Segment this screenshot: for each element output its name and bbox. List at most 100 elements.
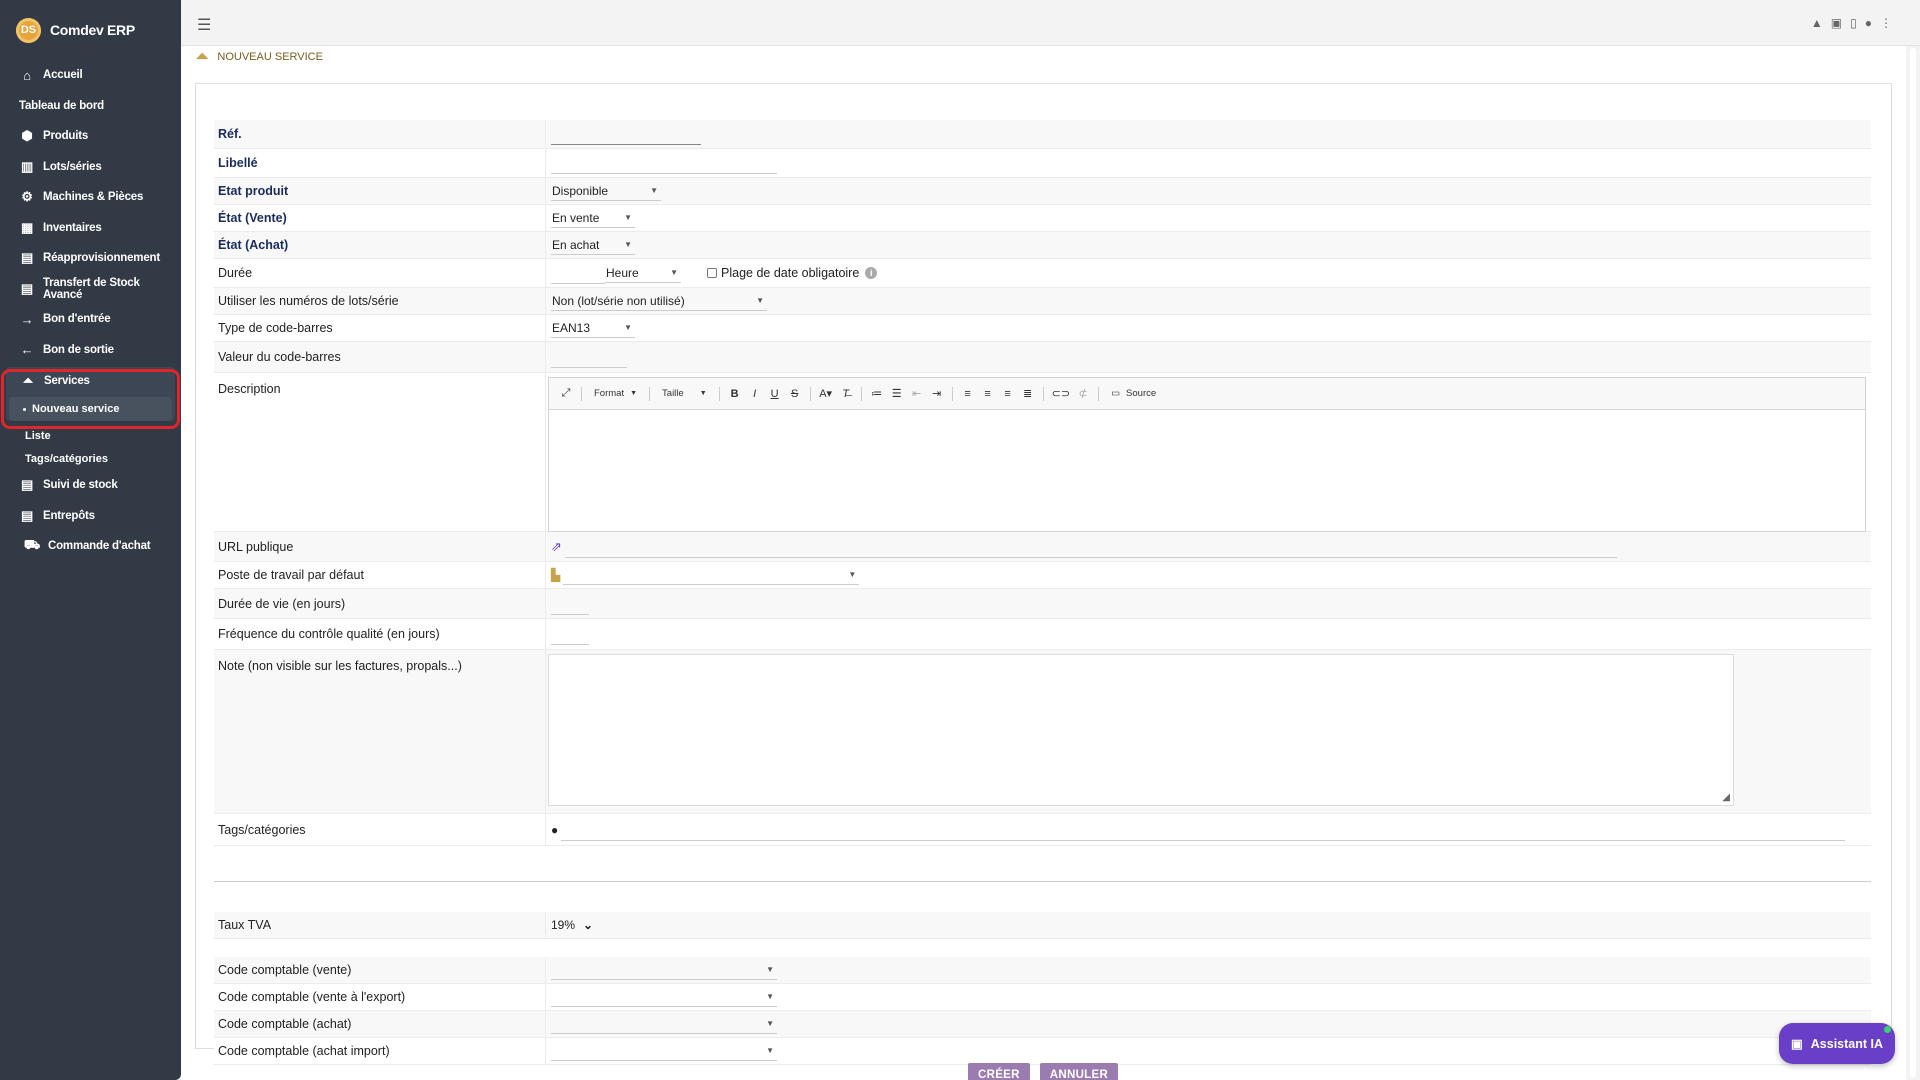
note-textarea[interactable]: ◢ bbox=[548, 654, 1734, 806]
lots-select[interactable]: Non (lot/série non utilisé) ▼ bbox=[551, 291, 767, 311]
acc-vente-select[interactable]: ▼ bbox=[551, 960, 777, 980]
form-card: Réf. Libellé Etat produit Disponible ▼ Ét… bbox=[195, 83, 1892, 1065]
create-button[interactable]: CRÉER bbox=[968, 1063, 1030, 1080]
scrollbar[interactable] bbox=[1906, 46, 1920, 1080]
caret-down-icon: ▼ bbox=[624, 213, 632, 222]
row-lifetime: Durée de vie (en jours) bbox=[214, 589, 1871, 619]
align-right-icon[interactable]: ≡ bbox=[1001, 386, 1015, 402]
text-color-icon[interactable]: A▾ bbox=[819, 386, 833, 402]
sidebar-item-commande-achat[interactable]: ⛟ Commande d'achat bbox=[0, 531, 181, 562]
align-left-icon[interactable]: ≡ bbox=[961, 386, 975, 402]
workstation-select[interactable]: ▼ bbox=[563, 565, 860, 585]
duree-unit-select[interactable]: Heure ▼ bbox=[605, 263, 681, 283]
acc-achat-select[interactable]: ▼ bbox=[551, 1014, 777, 1034]
clipboard-icon[interactable]: ▯ bbox=[1850, 16, 1857, 30]
sidebar-item-machines[interactable]: ⚙ Machines & Pièces bbox=[0, 182, 181, 213]
link-icon[interactable]: ⊂⊃ bbox=[1052, 386, 1070, 402]
acc-vente-export-select[interactable]: ▼ bbox=[551, 987, 777, 1007]
lifetime-input[interactable] bbox=[551, 592, 589, 615]
sidebar-item-entrepots[interactable]: ▤ Entrepôts bbox=[0, 501, 181, 532]
acc-vente-label: Code comptable (vente) bbox=[214, 957, 546, 983]
row-description: Description ⤢ Format ▼ Taille ▼ B I U S … bbox=[214, 373, 1871, 532]
sidebar-item-inventaires[interactable]: ▦ Inventaires bbox=[0, 213, 181, 244]
numbered-list-icon[interactable]: ≔ bbox=[870, 386, 884, 402]
plage-checkbox[interactable] bbox=[707, 268, 717, 278]
source-button[interactable]: ▭ Source bbox=[1107, 385, 1160, 403]
bulleted-list-icon[interactable]: ☰ bbox=[890, 386, 904, 402]
strikethrough-icon[interactable]: S bbox=[788, 386, 802, 402]
align-justify-icon[interactable]: ≣ bbox=[1021, 386, 1035, 402]
duree-label: Durée bbox=[214, 259, 546, 287]
user-avatar-icon[interactable]: ● bbox=[1865, 16, 1872, 30]
row-libelle: Libellé bbox=[214, 149, 1871, 178]
notification-icon[interactable]: ▲ bbox=[1811, 16, 1823, 30]
underline-icon[interactable]: U bbox=[768, 386, 782, 402]
online-status-dot bbox=[1884, 1026, 1891, 1033]
sidebar-item-bon-sortie[interactable]: ← Bon de sortie bbox=[0, 335, 181, 366]
assistant-ia-button[interactable]: ▣ Assistant IA bbox=[1779, 1023, 1895, 1064]
acc-achat-import-select[interactable]: ▼ bbox=[551, 1041, 777, 1061]
size-dropdown[interactable]: Taille ▼ bbox=[658, 385, 711, 403]
row-duree: Durée Heure ▼ Plage de date obligatoire i bbox=[214, 259, 1871, 288]
chat-icon[interactable]: ▣ bbox=[1831, 16, 1842, 30]
plage-label: Plage de date obligatoire bbox=[721, 266, 860, 280]
sidebar-item-reapprovisionnement[interactable]: ▤ Réapprovisionnement bbox=[0, 243, 181, 274]
libelle-input[interactable] bbox=[551, 152, 777, 174]
resize-handle-icon[interactable]: ◢ bbox=[1722, 792, 1730, 803]
scrollbar-thumb[interactable] bbox=[1910, 48, 1916, 1078]
italic-icon[interactable]: I bbox=[748, 386, 762, 402]
qc-input[interactable] bbox=[551, 623, 589, 645]
bold-icon[interactable]: B bbox=[728, 386, 742, 402]
maximize-icon[interactable]: ⤢ bbox=[559, 386, 573, 402]
unlink-icon[interactable]: ⊄ bbox=[1076, 386, 1090, 402]
row-etat-produit: Etat produit Disponible ▼ bbox=[214, 178, 1871, 205]
info-icon[interactable]: i bbox=[865, 267, 878, 279]
indent-icon[interactable]: ⇥ bbox=[930, 386, 944, 402]
tva-select[interactable]: 19% ⌄ bbox=[551, 918, 593, 932]
tags-input[interactable] bbox=[561, 818, 1846, 841]
barcode-type-select[interactable]: EAN13 ▼ bbox=[551, 318, 635, 338]
boxes-icon: ▦ bbox=[20, 219, 34, 235]
url-input[interactable] bbox=[564, 535, 1617, 558]
etat-produit-select[interactable]: Disponible ▼ bbox=[551, 181, 661, 201]
barcode-value-input[interactable] bbox=[551, 346, 627, 368]
chevron-down-icon: ⌄ bbox=[583, 918, 594, 932]
menu-toggle-icon[interactable]: ☰ bbox=[197, 15, 211, 35]
workstation-label: Poste de travail par défaut bbox=[214, 562, 546, 588]
sidebar-item-suivi-stock[interactable]: ▤ Suivi de stock bbox=[0, 470, 181, 501]
format-dropdown[interactable]: Format ▼ bbox=[590, 385, 641, 403]
sidebar-item-tableau-de-bord[interactable]: Tableau de bord bbox=[0, 91, 181, 122]
etat-produit-value: Disponible bbox=[552, 183, 609, 198]
sidebar-item-label: Accueil bbox=[43, 69, 83, 82]
size-label: Taille bbox=[662, 388, 684, 399]
sidebar-item-label: Lots/séries bbox=[43, 160, 102, 173]
ref-input[interactable] bbox=[551, 123, 701, 145]
etat-vente-select[interactable]: En vente ▼ bbox=[551, 208, 635, 228]
barcode-icon: ▥ bbox=[20, 158, 34, 174]
main-fields-table: Réf. Libellé Etat produit Disponible ▼ Ét… bbox=[214, 120, 1871, 846]
etat-achat-select[interactable]: En achat ▼ bbox=[551, 235, 635, 255]
lots-value: Non (lot/série non utilisé) bbox=[552, 293, 685, 308]
tag-icon: ● bbox=[551, 822, 559, 837]
align-center-icon[interactable]: ≡ bbox=[981, 386, 995, 402]
row-barcode-value: Valeur du code-barres bbox=[214, 342, 1871, 373]
more-options-icon[interactable]: ⋮ bbox=[1880, 16, 1892, 30]
cancel-button[interactable]: ANNULER bbox=[1039, 1063, 1119, 1080]
duree-input[interactable] bbox=[551, 262, 605, 284]
brand[interactable]: DS Comdev ERP bbox=[0, 0, 181, 60]
sidebar-item-label: Inventaires bbox=[43, 221, 102, 234]
sidebar-item-lots-series[interactable]: ▥ Lots/séries bbox=[0, 152, 181, 183]
sidebar-item-produits[interactable]: ⬢ Produits bbox=[0, 121, 181, 152]
sidebar-item-label: Tableau de bord bbox=[19, 99, 104, 112]
remove-format-icon[interactable]: T̶ bbox=[839, 386, 853, 402]
sidebar-item-label: Bon de sortie bbox=[43, 343, 114, 356]
sidebar-item-transfert-stock[interactable]: ▤ Transfert de Stock Avancé bbox=[0, 274, 181, 305]
sidebar-item-bon-entree[interactable]: → Bon d'entrée bbox=[0, 304, 181, 335]
caret-down-icon: ▼ bbox=[650, 186, 658, 195]
barcode-value-label: Valeur du code-barres bbox=[214, 342, 546, 372]
etat-produit-label: Etat produit bbox=[214, 178, 546, 204]
sidebar-subitem-tags[interactable]: Tags/catégories bbox=[0, 447, 181, 470]
sidebar-item-accueil[interactable]: ⌂ Accueil bbox=[0, 60, 181, 91]
outdent-icon[interactable]: ⇤ bbox=[910, 386, 924, 402]
tva-value: 19% bbox=[551, 918, 576, 932]
